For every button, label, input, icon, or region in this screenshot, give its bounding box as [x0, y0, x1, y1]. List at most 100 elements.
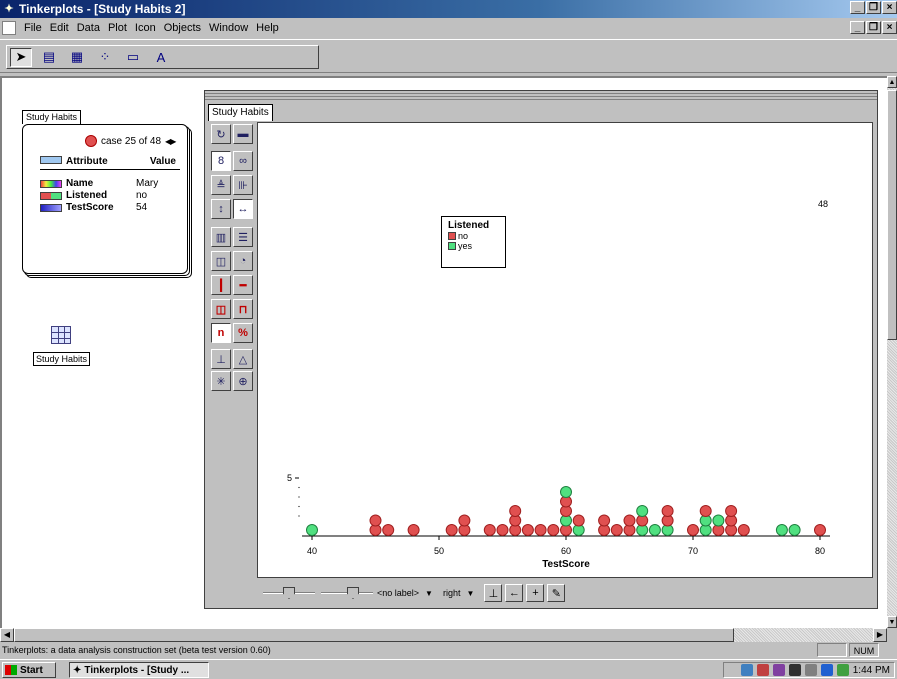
text-icon[interactable]: A — [150, 48, 172, 67]
attribute-value[interactable]: no — [136, 190, 176, 201]
percent-icon[interactable]: % — [233, 323, 253, 343]
menu-window[interactable]: Window — [205, 22, 252, 34]
app-tray-icon[interactable] — [836, 664, 849, 676]
horizontal-divider-icon[interactable]: ⊓ — [233, 299, 253, 319]
fuse-rectangular-icon[interactable]: ◫ — [211, 251, 231, 271]
data-point — [737, 524, 750, 536]
restore-button[interactable]: ❐ — [866, 1, 881, 14]
plot-area[interactable]: 48 Listened no yes 40 50 60 70 80 5 TestScore — [257, 122, 873, 578]
slider-knob-icon[interactable] — [347, 587, 359, 599]
key-icon[interactable]: ▬ — [233, 124, 253, 144]
box-plot-icon[interactable]: ⊕ — [233, 371, 253, 391]
chevron-down-icon[interactable]: ▼ — [425, 589, 433, 598]
menu-data[interactable]: Data — [73, 22, 104, 34]
mode-icon[interactable]: ✳ — [211, 371, 231, 391]
case-arrows-icon[interactable]: ◀▶ — [165, 137, 176, 146]
plot-icon[interactable]: ⁘ — [94, 48, 116, 67]
minimize-button[interactable]: _ — [850, 1, 865, 14]
horizontal-separate-icon[interactable]: ⊪ — [233, 175, 253, 195]
doc-close-button[interactable]: × — [882, 21, 897, 34]
menu-objects[interactable]: Objects — [160, 22, 205, 34]
horizontal-reference-icon[interactable]: ━ — [233, 275, 253, 295]
attribute-row[interactable]: Name Mary — [40, 178, 180, 189]
menu-icon[interactable]: Icon — [131, 22, 160, 34]
pointer-icon[interactable]: ➤ — [10, 47, 32, 67]
menu-help[interactable]: Help — [252, 22, 283, 34]
horizontal-scroll-thumb[interactable] — [14, 628, 734, 642]
data-card[interactable]: case 25 of 48 ◀▶ Attribute Value Name Ma… — [22, 124, 192, 278]
attribute-header: Attribute Value — [40, 156, 180, 170]
horizontal-order-icon[interactable]: ↔ — [233, 199, 253, 219]
table-icon[interactable]: ▦ — [66, 48, 88, 67]
attribute-row[interactable]: TestScore 54 — [40, 202, 180, 213]
scroll-left-icon[interactable]: ◀ — [0, 628, 14, 642]
icon-size-slider[interactable] — [263, 587, 315, 599]
document-icon[interactable] — [2, 20, 16, 35]
table-icon[interactable] — [51, 326, 71, 344]
title-bar: ✦ Tinkerplots - [Study Habits 2] _ ❐ × — [0, 0, 897, 18]
fuse-circular-icon[interactable]: ◔ — [233, 251, 253, 271]
scroll-right-icon[interactable]: ▶ — [873, 628, 887, 642]
camera-icon[interactable] — [788, 664, 801, 676]
card-tab[interactable]: Study Habits — [22, 110, 82, 124]
vertical-separate-icon[interactable]: ≜ — [211, 175, 231, 195]
vertical-bars-icon[interactable]: ▥ — [211, 227, 231, 247]
count-icon[interactable]: n — [211, 323, 231, 343]
scroll-down-icon[interactable]: ▼ — [887, 616, 897, 628]
vertical-scrollbar[interactable]: ▲ ▼ — [887, 76, 897, 628]
dot-plot[interactable]: 40 50 60 70 80 5 TestScore — [258, 123, 872, 577]
app-tray-icon[interactable] — [820, 664, 833, 676]
menu-plot[interactable]: Plot — [104, 22, 131, 34]
slider-knob-icon[interactable] — [283, 587, 295, 599]
vertical-divider-icon[interactable]: ◫ — [211, 299, 231, 319]
close-button[interactable]: × — [882, 1, 897, 14]
vertical-scroll-thumb[interactable] — [887, 90, 897, 340]
ruler-icon[interactable]: + — [526, 584, 545, 602]
menu-edit[interactable]: Edit — [46, 22, 73, 34]
vertical-order-icon[interactable]: ↕ — [211, 199, 231, 219]
plot-drag-bar[interactable] — [205, 93, 877, 101]
doc-restore-button[interactable]: ❐ — [866, 21, 881, 34]
attribute-swatch — [40, 191, 62, 200]
attribute-value[interactable]: 54 — [136, 202, 176, 213]
shield-icon[interactable] — [772, 664, 785, 676]
menu-file[interactable]: File — [20, 22, 46, 34]
slider-icon[interactable]: ▭ — [122, 48, 144, 67]
data-point — [458, 514, 471, 527]
scroll-up-icon[interactable]: ▲ — [887, 76, 897, 88]
mix-up-icon[interactable]: ↻ — [211, 124, 231, 144]
data-point — [496, 524, 509, 536]
data-point — [661, 505, 674, 517]
taskbar: Start ✦ Tinkerplots - [Study ... 1:44 PM — [0, 659, 897, 679]
start-button[interactable]: Start — [2, 662, 56, 678]
taskbar-app-button[interactable]: ✦ Tinkerplots - [Study ... — [69, 662, 209, 678]
app-tray-icon[interactable] — [804, 664, 817, 676]
vertical-reference-icon[interactable]: ┃ — [211, 275, 231, 295]
data-point — [687, 524, 699, 536]
data-point — [560, 486, 572, 498]
attribute-row[interactable]: Listened no — [40, 190, 180, 201]
vertical-stack-icon[interactable]: 8 — [211, 151, 231, 171]
left-arrow-icon[interactable]: ← — [505, 584, 524, 602]
plot-tab[interactable]: Study Habits — [208, 104, 273, 121]
table-icon-label[interactable]: Study Habits — [33, 352, 91, 366]
pencil-icon[interactable]: ✎ — [547, 584, 566, 602]
median-icon[interactable]: △ — [233, 349, 253, 369]
mean-icon[interactable]: ⊥ — [211, 349, 231, 369]
plot-window[interactable]: Study Habits ↻ ▬ 8 ∞ ≜ ⊪ ↕ ↔ ▥ ☰ ◫ ◔ ┃ ━… — [204, 90, 878, 609]
position-dropdown-value: right — [442, 588, 461, 598]
horizontal-scrollbar[interactable]: ◀ ▶ — [0, 628, 887, 642]
attribute-value[interactable]: Mary — [136, 178, 176, 189]
doc-minimize-button[interactable]: _ — [850, 21, 865, 34]
horizontal-stack-icon[interactable]: ∞ — [233, 151, 253, 171]
position-dropdown[interactable]: right ▼ — [443, 585, 474, 601]
label-dropdown[interactable]: <no label> ▼ — [377, 585, 433, 601]
chevron-down-icon[interactable]: ▼ — [466, 589, 474, 598]
data-point — [775, 524, 788, 536]
network-icon[interactable] — [740, 664, 753, 676]
drop-line-icon[interactable]: ⊥ — [484, 584, 503, 602]
label-size-slider[interactable] — [321, 587, 373, 599]
antivirus-icon[interactable] — [756, 664, 769, 676]
horizontal-bars-icon[interactable]: ☰ — [233, 227, 253, 247]
card-icon[interactable]: ▤ — [38, 48, 60, 67]
